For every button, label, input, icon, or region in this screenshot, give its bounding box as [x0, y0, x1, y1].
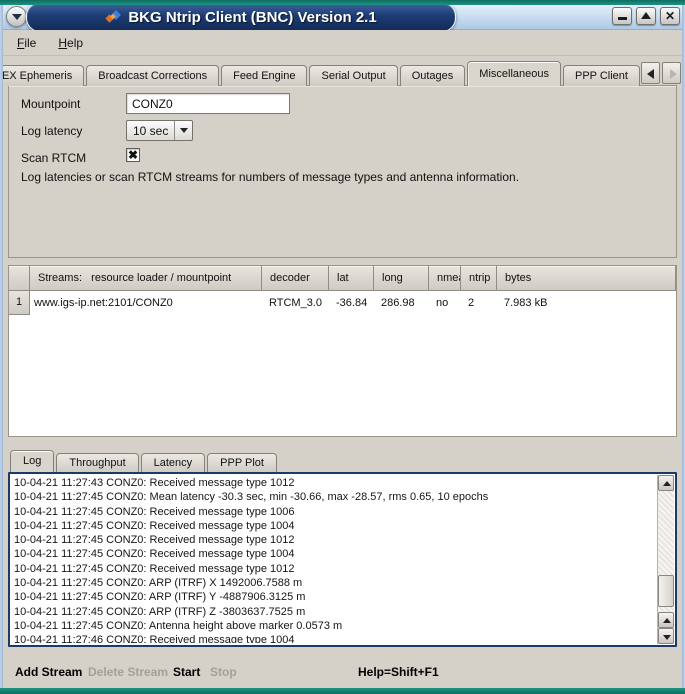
miscellaneous-panel: Mountpoint Log latency 10 sec Scan RTCM …: [8, 85, 677, 258]
arrow-down-icon: [663, 635, 671, 640]
log-line: 10-04-21 11:27:45 CONZ0: Received messag…: [14, 562, 655, 576]
streams-table: Streams: resource loader / mountpoint de…: [8, 265, 677, 437]
close-button[interactable]: ✕: [660, 7, 680, 25]
tab-serial-output[interactable]: Serial Output: [309, 65, 397, 86]
arrow-up-icon: [663, 618, 671, 623]
add-stream-button[interactable]: Add Stream: [15, 665, 82, 679]
log-lines: 10-04-21 11:27:43 CONZ0: Received messag…: [14, 476, 655, 643]
header-lat[interactable]: lat: [329, 266, 374, 291]
chevron-down-icon: [180, 128, 188, 133]
mountpoint-input[interactable]: [126, 93, 290, 114]
checkmark-icon: ✖: [128, 148, 138, 162]
cell-long: 286.98: [374, 291, 429, 315]
tab-log[interactable]: Log: [10, 450, 54, 472]
title-capsule: BKG Ntrip Client (BNC) Version 2.1: [26, 2, 456, 32]
cell-ntrip: 2: [461, 291, 497, 315]
scroll-up-button-bottom[interactable]: [658, 612, 674, 628]
arrow-right-icon: [670, 69, 677, 79]
menubar: File Help: [3, 30, 682, 56]
log-line: 10-04-21 11:27:45 CONZ0: Mean latency -3…: [14, 490, 655, 504]
tab-scroll-buttons: [641, 62, 681, 84]
corner-header-cell: [9, 266, 30, 291]
log-line: 10-04-21 11:27:45 CONZ0: Received messag…: [14, 519, 655, 533]
log-line: 10-04-21 11:27:45 CONZ0: Antenna height …: [14, 619, 655, 633]
close-icon: ✕: [661, 9, 679, 24]
maximize-button[interactable]: [636, 7, 656, 25]
log-line: 10-04-21 11:27:46 CONZ0: Received messag…: [14, 633, 655, 643]
app-icon: [105, 9, 121, 25]
arrow-up-icon: [663, 481, 671, 486]
tab-latency[interactable]: Latency: [141, 453, 206, 472]
table-row[interactable]: 1 www.igs-ip.net:2101/CONZ0 RTCM_3.0 -36…: [9, 291, 676, 315]
streams-table-header: Streams: resource loader / mountpoint de…: [9, 266, 676, 291]
panel-description: Log latencies or scan RTCM streams for n…: [21, 170, 662, 184]
arrow-left-icon: [647, 69, 654, 79]
tab-scroll-left-button[interactable]: [641, 62, 660, 84]
cell-decoder: RTCM_3.0: [262, 291, 329, 315]
cell-nmea: no: [429, 291, 461, 315]
log-line: 10-04-21 11:27:43 CONZ0: Received messag…: [14, 476, 655, 490]
scrollbar-thumb[interactable]: [658, 575, 674, 607]
combo-arrow-button: [174, 121, 192, 140]
menu-help[interactable]: Help: [50, 32, 91, 54]
start-button[interactable]: Start: [173, 665, 200, 679]
log-tab-bar: Log Throughput Latency PPP Plot: [10, 450, 279, 472]
minimize-icon: [618, 17, 627, 20]
tab-throughput[interactable]: Throughput: [56, 453, 138, 472]
log-line: 10-04-21 11:27:45 CONZ0: ARP (ITRF) X 14…: [14, 576, 655, 590]
header-bytes[interactable]: bytes: [497, 266, 676, 291]
scroll-up-button[interactable]: [658, 475, 674, 491]
log-line: 10-04-21 11:27:45 CONZ0: Received messag…: [14, 547, 655, 561]
cell-lat: -36.84: [329, 291, 374, 315]
window-controls: ✕: [612, 7, 680, 25]
window-frame-bottom: [0, 688, 685, 694]
main-tab-bar: NEX Ephemeris Broadcast Corrections Feed…: [0, 61, 640, 86]
log-line: 10-04-21 11:27:45 CONZ0: Received messag…: [14, 533, 655, 547]
help-shortcut-label: Help=Shift+F1: [358, 665, 439, 679]
titlebar[interactable]: BKG Ntrip Client (BNC) Version 2.1 ✕: [0, 5, 685, 30]
window-title: BKG Ntrip Client (BNC) Version 2.1: [128, 9, 376, 26]
tab-outages[interactable]: Outages: [400, 65, 466, 86]
tab-feed-engine[interactable]: Feed Engine: [221, 65, 307, 86]
minimize-button[interactable]: [612, 7, 632, 25]
log-line: 10-04-21 11:27:45 CONZ0: ARP (ITRF) Z -3…: [14, 605, 655, 619]
log-line: 10-04-21 11:27:45 CONZ0: Received messag…: [14, 505, 655, 519]
log-latency-select[interactable]: 10 sec: [126, 120, 193, 141]
window-menu-button[interactable]: [6, 6, 27, 27]
tab-ppp-client[interactable]: PPP Client: [563, 65, 640, 86]
log-latency-value: 10 sec: [127, 124, 174, 138]
header-long[interactable]: long: [374, 266, 429, 291]
scan-rtcm-label: Scan RTCM: [21, 151, 86, 165]
maximize-icon: [641, 12, 651, 19]
window-frame-top: [0, 0, 685, 5]
tab-scroll-right-button[interactable]: [662, 62, 681, 84]
scroll-down-button[interactable]: [658, 628, 674, 644]
action-bar: Add Stream Delete Stream Start Stop Help…: [0, 660, 685, 686]
scan-rtcm-checkbox[interactable]: ✖: [126, 148, 140, 162]
cell-bytes: 7.983 kB: [497, 291, 676, 315]
delete-stream-button: Delete Stream: [88, 665, 168, 679]
mountpoint-label: Mountpoint: [21, 97, 80, 111]
bnc-window: BKG Ntrip Client (BNC) Version 2.1 ✕ Fil…: [0, 0, 685, 694]
header-decoder[interactable]: decoder: [262, 266, 329, 291]
log-line: 10-04-21 11:27:45 CONZ0: ARP (ITRF) Y -4…: [14, 590, 655, 604]
header-nmea[interactable]: nmea: [429, 266, 461, 291]
tab-ppp-plot[interactable]: PPP Plot: [207, 453, 277, 472]
header-ntrip[interactable]: ntrip: [461, 266, 497, 291]
vertical-scrollbar[interactable]: [657, 475, 674, 644]
tab-rinex-ephemeris[interactable]: NEX Ephemeris: [0, 65, 84, 86]
chevron-down-icon: [12, 14, 22, 20]
stop-button: Stop: [210, 665, 237, 679]
tab-broadcast-corrections[interactable]: Broadcast Corrections: [86, 65, 219, 86]
header-mountpoint[interactable]: Streams: resource loader / mountpoint: [30, 266, 262, 291]
tab-miscellaneous[interactable]: Miscellaneous: [467, 61, 561, 86]
menu-file[interactable]: File: [9, 32, 44, 54]
cell-mountpoint: www.igs-ip.net:2101/CONZ0: [30, 291, 262, 315]
row-number: 1: [9, 291, 30, 315]
log-latency-label: Log latency: [21, 124, 82, 138]
log-output[interactable]: 10-04-21 11:27:43 CONZ0: Received messag…: [8, 472, 677, 647]
window-frame-left: [0, 5, 3, 688]
